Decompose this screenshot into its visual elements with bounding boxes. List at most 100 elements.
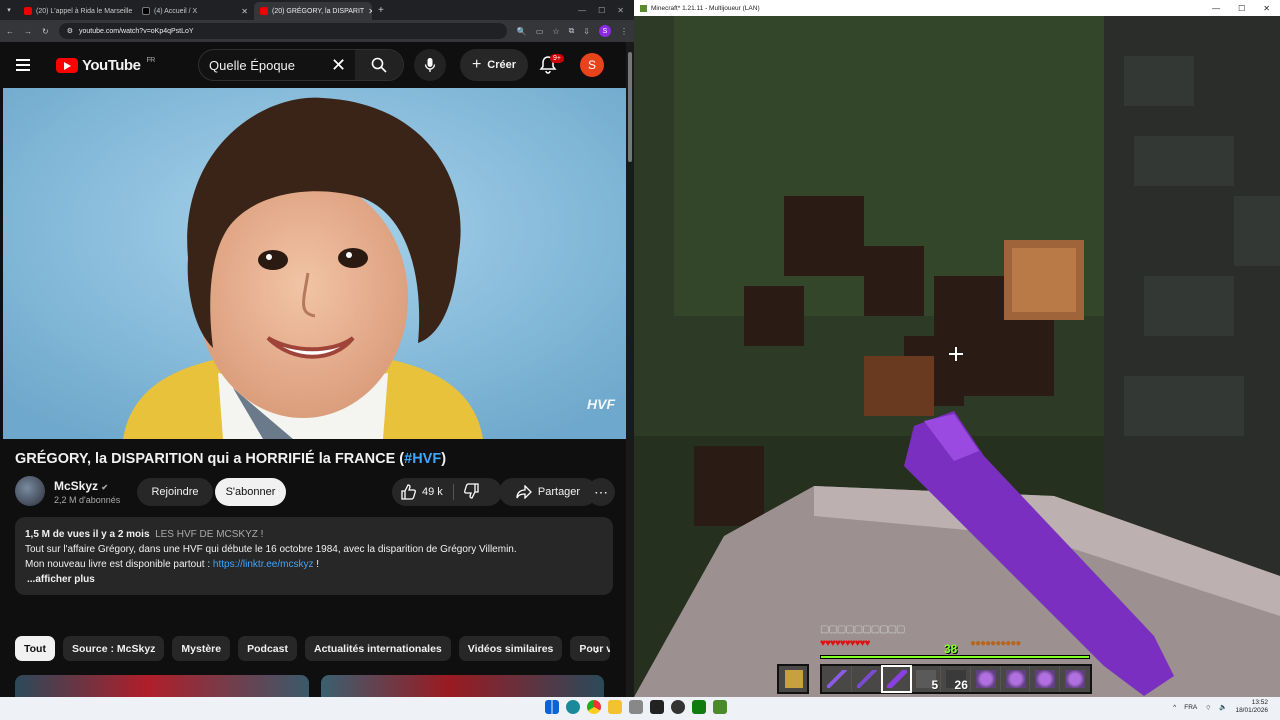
chevron-right-icon[interactable]: › [584,636,610,661]
edge-icon[interactable] [566,700,580,714]
hotbar-slot-4[interactable]: 5 [911,666,942,692]
tab-label: (20) GRÉGORY, la DISPARIT [272,7,365,15]
view-count: 1,5 M de vues il y a 2 mois [25,529,150,540]
subscribe-button[interactable]: S'abonner [215,478,286,506]
new-tab-icon[interactable]: + [378,5,384,16]
like-button[interactable]: 49 k [400,484,454,500]
close-tab-icon[interactable]: ✕ [241,7,248,16]
close-window-icon[interactable]: ✕ [617,6,624,15]
hotbar-slot-7[interactable] [1001,666,1031,692]
chip-podcast[interactable]: Podcast [238,636,297,661]
video-description[interactable]: 1,5 M de vues il y a 2 mois LES HVF DE M… [15,517,613,595]
downloads-icon[interactable]: ⇩ [583,27,590,36]
description-suffix: ! [313,559,320,570]
terminal-icon[interactable] [650,700,664,714]
chip-mystere[interactable]: Mystère [172,636,231,661]
show-more-link[interactable]: ...afficher plus [27,574,95,585]
minimize-icon[interactable]: — [1212,4,1220,13]
video-player[interactable]: HVF [3,88,626,439]
clock[interactable]: 13:52 18/01/2026 [1235,699,1268,715]
clear-search-icon[interactable]: ✕ [331,55,346,76]
chip-videos-similaires[interactable]: Vidéos similaires [458,636,563,661]
windows-taskbar: ^ FRA ⌔ 🔈 13:52 18/01/2026 [0,697,1280,720]
chrome-icon[interactable] [587,700,601,714]
media-icon[interactable] [629,700,643,714]
join-button[interactable]: Rejoindre [137,478,213,506]
hotbar-slot-8[interactable] [1030,666,1061,692]
more-actions-button[interactable]: ⋯ [587,478,615,506]
browser-tab-2[interactable]: (4) Accueil / X ✕ [136,2,254,20]
reload-icon[interactable]: ↻ [42,27,49,36]
hotbar-slot-1[interactable] [822,666,852,692]
url-field[interactable]: ⚙ youtube.com/watch?v=oKp4qPstLoY [58,23,507,39]
hotbar-slot-3[interactable] [880,665,913,693]
create-button[interactable]: + Créer [460,49,528,81]
youtube-logo[interactable]: YouTube FR [56,57,155,74]
input-language[interactable]: FRA [1184,704,1197,711]
menu-icon[interactable] [16,59,30,71]
wifi-icon[interactable]: ⌔ [1205,703,1211,712]
search-input[interactable]: Quelle Époque [209,58,295,73]
hotbar-slot-6[interactable] [971,666,1001,692]
close-tab-icon[interactable]: ✕ [368,7,372,16]
youtube-favicon-icon [260,7,268,15]
dislike-button[interactable] [454,482,480,502]
xbox-icon[interactable] [692,700,706,714]
recommendation-chips: Tout Source : McSkyz Mystère Podcast Act… [15,636,611,661]
tab-menu-icon[interactable]: ▾ [0,6,18,14]
chip-actualites[interactable]: Actualités internationales [304,636,451,661]
forward-icon[interactable]: → [24,27,32,36]
hotbar-slot-9[interactable] [1060,666,1090,692]
tab-label: (4) Accueil / X [154,7,198,15]
clock-time: 13:52 [1251,699,1268,706]
chip-tout[interactable]: Tout [15,636,55,661]
volume-icon[interactable]: 🔈 [1219,703,1227,711]
app-icon[interactable] [671,700,685,714]
site-info-icon[interactable]: ⚙ [67,27,73,35]
tray-chevron-icon[interactable]: ^ [1173,704,1176,711]
browser-tab-3[interactable]: (20) GRÉGORY, la DISPARIT ✕ [254,2,372,20]
share-button[interactable]: Partager [499,478,597,506]
youtube-header: YouTube FR Quelle Époque ✕ + Créer 9+ S [0,42,626,88]
maximize-icon[interactable]: ☐ [598,6,605,15]
back-icon[interactable]: ← [6,27,14,36]
clock-date: 18/01/2026 [1235,707,1268,714]
account-avatar[interactable]: S [580,53,604,77]
item-count: 26 [954,678,968,692]
description-line: Tout sur l'affaire Grégory, dans une HVF… [25,544,517,555]
window-title: Minecraft* 1.21.11 - Multijoueur (LAN) [651,4,760,12]
recommended-video-thumbnail[interactable] [15,675,309,697]
hotbar-slot-5[interactable]: 26 [941,666,971,692]
cast-icon[interactable]: ▭ [536,27,544,36]
title-hashtag[interactable]: #HVF [404,451,441,467]
close-window-icon[interactable]: ✕ [1263,4,1270,13]
offhand-slot[interactable] [777,664,809,694]
linktree-link[interactable]: https://linktr.ee/mcskyz [213,559,314,570]
zoom-icon[interactable]: 🔍 [517,27,527,36]
voice-search-button[interactable] [414,49,446,81]
scrollbar-thumb[interactable] [628,52,632,162]
recommended-video-thumbnail[interactable] [321,675,604,697]
channel-name[interactable]: McSkyz ✔ [54,479,108,493]
file-explorer-icon[interactable] [608,700,622,714]
bookmark-star-icon[interactable]: ☆ [552,27,559,36]
hotbar-slot-2[interactable] [852,666,882,692]
chip-source[interactable]: Source : McSkyz [62,636,165,661]
search-button[interactable] [355,50,403,80]
minecraft-icon[interactable] [713,700,727,714]
url-text: youtube.com/watch?v=oKp4qPstLoY [78,27,194,35]
browser-tab-1[interactable]: (20) L'appel à Rida le Marseille ✕ [18,2,136,20]
description-line: Mon nouveau livre est disponible partout… [25,559,213,570]
system-tray: ^ FRA ⌔ 🔈 13:52 18/01/2026 [1173,699,1268,715]
start-icon[interactable] [545,700,559,714]
create-label: Créer [487,59,517,71]
maximize-icon[interactable]: ☐ [1238,4,1245,13]
browser-menu-icon[interactable]: ⋮ [620,27,628,36]
minimize-icon[interactable]: — [578,6,586,15]
hotbar: 5 26 [820,664,1092,694]
channel-avatar[interactable] [15,476,45,506]
description-hashtag[interactable]: LES HVF DE MCSKYZ ! [155,529,263,540]
profile-avatar[interactable]: S [599,25,611,37]
extensions-icon[interactable]: ⧉ [569,26,575,36]
search-box[interactable]: Quelle Époque ✕ [198,49,404,81]
